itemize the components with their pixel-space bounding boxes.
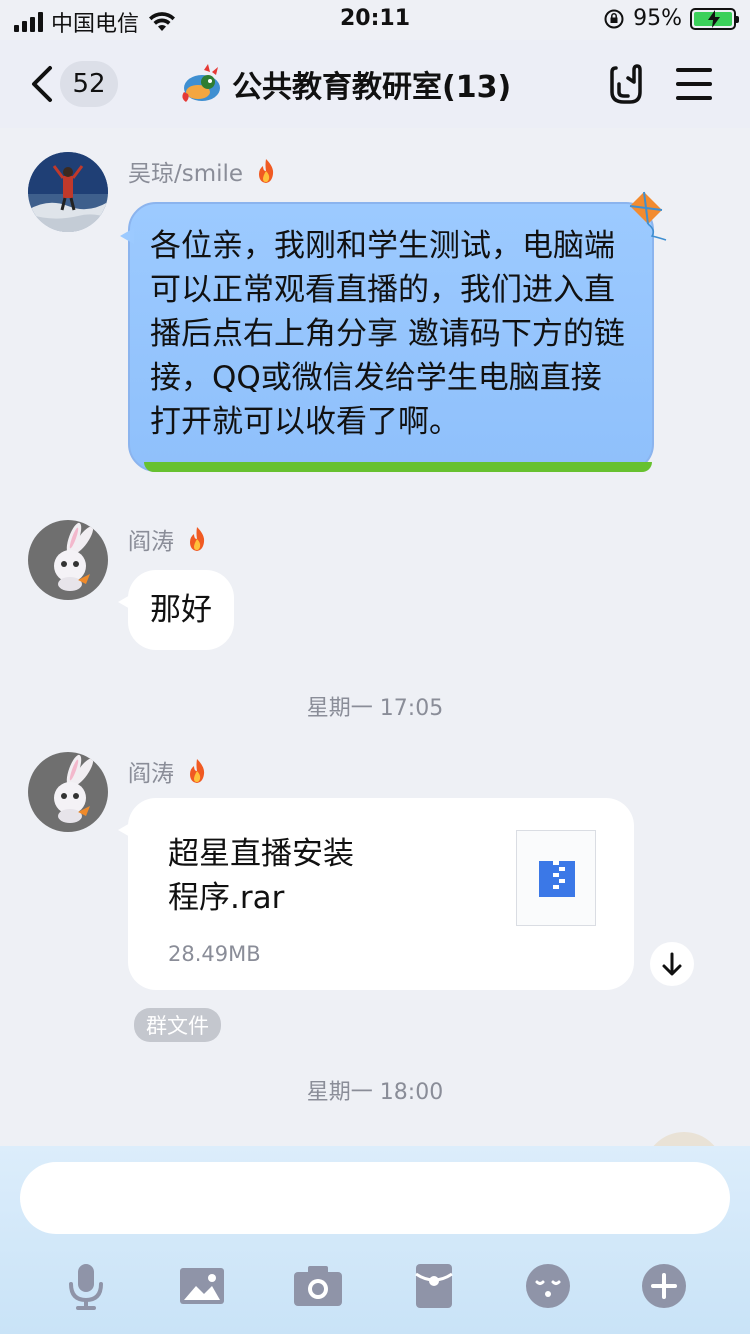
message-text: 各位亲，我刚和学生测试，电脑端可以正常观看直播的，我们进入直播后点右上角分享 邀… bbox=[150, 228, 625, 440]
emoji-icon[interactable] bbox=[518, 1256, 578, 1316]
file-name-line: 程序.rar bbox=[168, 880, 285, 916]
sender-name: 阎涛 bbox=[128, 754, 208, 788]
sender-name-text: 阎涛 bbox=[128, 761, 174, 787]
archive-file-icon bbox=[516, 830, 596, 926]
avatar-rabbit bbox=[28, 752, 108, 832]
message-text: 那好 bbox=[150, 592, 212, 628]
red-packet-icon[interactable] bbox=[404, 1256, 464, 1316]
file-name: 超星直播安装 程序.rar bbox=[168, 832, 468, 920]
menu-icon[interactable] bbox=[676, 68, 712, 100]
file-size: 28.49MB bbox=[168, 942, 261, 966]
file-message-card[interactable]: 超星直播安装 程序.rar 28.49MB bbox=[118, 798, 634, 990]
message-bubble[interactable]: 各位亲，我刚和学生测试，电脑端可以正常观看直播的，我们进入直播后点右上角分享 邀… bbox=[120, 202, 654, 472]
image-icon[interactable] bbox=[172, 1256, 232, 1316]
download-arrow-icon bbox=[662, 952, 682, 976]
dragon-emblem-icon bbox=[182, 64, 220, 102]
flame-icon bbox=[190, 759, 205, 783]
status-right: 95% bbox=[603, 6, 739, 31]
microphone-icon[interactable] bbox=[56, 1256, 116, 1316]
input-bar bbox=[0, 1146, 750, 1334]
rotation-lock-icon bbox=[604, 9, 624, 28]
kite-icon bbox=[629, 191, 667, 241]
hand-gesture-icon[interactable] bbox=[606, 62, 646, 106]
camera-icon[interactable] bbox=[288, 1256, 348, 1316]
sender-name: 吴琼/smile bbox=[128, 154, 277, 188]
avatar-rabbit bbox=[28, 520, 108, 600]
plus-icon[interactable] bbox=[634, 1256, 694, 1316]
file-name-line: 超星直播安装 bbox=[168, 836, 354, 872]
avatar-photo bbox=[28, 152, 108, 232]
group-title[interactable]: 公共教育教研室(13) bbox=[178, 62, 511, 106]
flame-icon bbox=[259, 159, 274, 183]
battery-percent: 95% bbox=[633, 6, 682, 31]
message-bubble[interactable]: 那好 bbox=[118, 570, 234, 650]
sender-name-text: 吴琼/smile bbox=[128, 161, 244, 187]
avatar[interactable] bbox=[28, 752, 108, 832]
battery-icon bbox=[690, 7, 739, 30]
avatar[interactable] bbox=[28, 520, 108, 600]
back-chevron-icon[interactable] bbox=[28, 64, 56, 104]
bubble-decoration bbox=[144, 462, 652, 472]
chat-header: 52 公共教育教研室(13) bbox=[0, 40, 750, 128]
sender-name: 阎涛 bbox=[128, 522, 208, 556]
message-input[interactable] bbox=[20, 1162, 730, 1234]
flame-icon bbox=[190, 527, 205, 551]
group-file-tag[interactable]: 群文件 bbox=[134, 1008, 221, 1042]
group-title-text: 公共教育教研室(13) bbox=[232, 70, 512, 105]
unread-badge[interactable]: 52 bbox=[60, 61, 118, 107]
status-bar: 中国电信 20:11 95% bbox=[0, 0, 750, 40]
sender-name-text: 阎涛 bbox=[128, 529, 174, 555]
timestamp: 星期一 17:05 bbox=[306, 696, 444, 721]
avatar[interactable] bbox=[644, 1132, 724, 1146]
input-toolbar bbox=[0, 1256, 750, 1316]
message-list[interactable]: 吴琼/smile 各位亲，我刚和学生测试，电脑端可以正常观看直播的，我们进入直播… bbox=[0, 128, 750, 1146]
download-button[interactable] bbox=[650, 942, 694, 986]
avatar[interactable] bbox=[28, 152, 108, 232]
timestamp: 星期一 18:00 bbox=[306, 1080, 444, 1105]
